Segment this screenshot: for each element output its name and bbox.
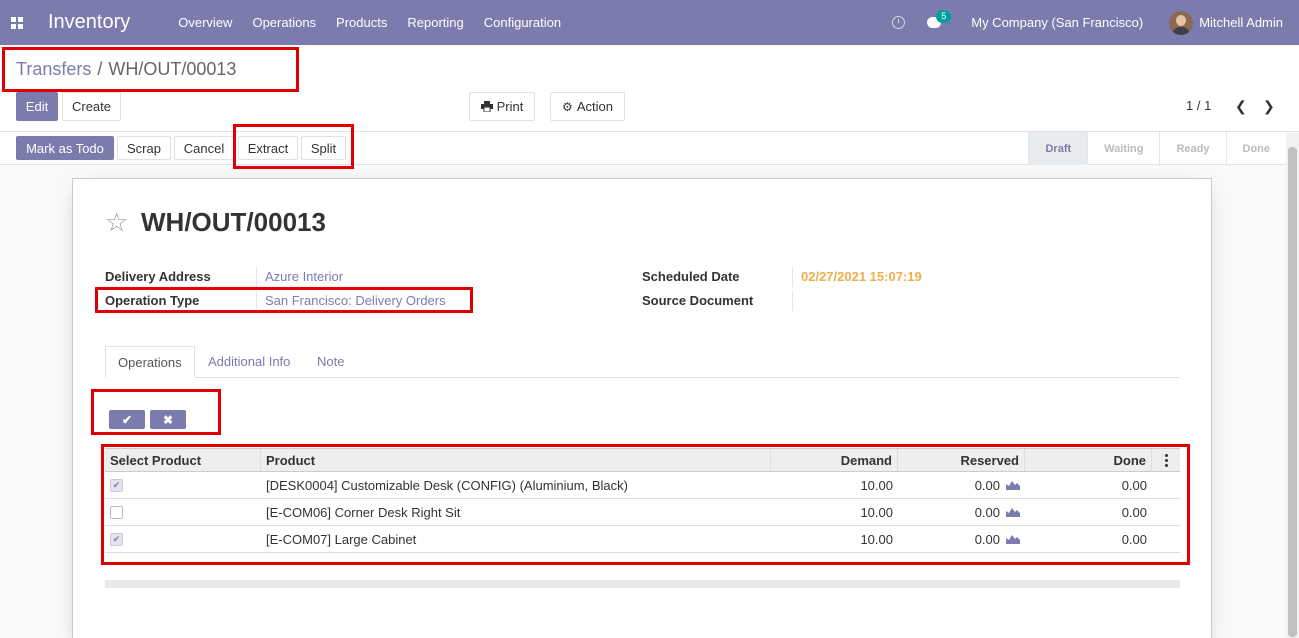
highlight-breadcrumb bbox=[2, 47, 299, 92]
scrollbar[interactable] bbox=[1286, 133, 1299, 638]
activity-clock-icon[interactable] bbox=[892, 16, 906, 29]
table-footer bbox=[105, 580, 1180, 588]
tab-operations[interactable]: Operations bbox=[105, 346, 195, 378]
action-button[interactable]: ⚙ Action bbox=[550, 92, 625, 121]
stage-pipeline: Draft Waiting Ready Done bbox=[1028, 132, 1286, 165]
menu-reporting[interactable]: Reporting bbox=[407, 15, 463, 30]
mark-as-todo-button[interactable]: Mark as Todo bbox=[16, 136, 114, 160]
chat-count-badge: 5 bbox=[936, 10, 952, 23]
highlight-operation-type bbox=[95, 287, 473, 313]
form-sheet: ☆ WH/OUT/00013 Delivery Address Azure In… bbox=[72, 178, 1212, 638]
apps-menu-icon[interactable] bbox=[0, 0, 34, 45]
user-menu[interactable]: Mitchell Admin bbox=[1199, 15, 1283, 30]
create-button[interactable]: Create bbox=[62, 92, 121, 121]
company-switcher[interactable]: My Company (San Francisco) bbox=[971, 15, 1143, 30]
scroll-thumb[interactable] bbox=[1288, 147, 1297, 637]
scrap-button[interactable]: Scrap bbox=[117, 136, 171, 160]
highlight-extract-split bbox=[233, 124, 354, 169]
app-title[interactable]: Inventory bbox=[48, 11, 130, 34]
record-title: WH/OUT/00013 bbox=[141, 207, 326, 237]
print-icon bbox=[480, 101, 493, 112]
stage-ready[interactable]: Ready bbox=[1159, 132, 1225, 165]
highlight-select-buttons bbox=[91, 389, 221, 435]
menu-configuration[interactable]: Configuration bbox=[484, 15, 561, 30]
edit-button[interactable]: Edit bbox=[16, 92, 58, 121]
source-document-value bbox=[792, 291, 801, 311]
top-navbar: Inventory Overview Operations Products R… bbox=[0, 0, 1299, 45]
stage-draft[interactable]: Draft bbox=[1028, 132, 1088, 165]
chevron-left-icon[interactable]: ❮ bbox=[1235, 98, 1247, 115]
menu-overview[interactable]: Overview bbox=[178, 15, 232, 30]
chat-icon[interactable]: 5 bbox=[927, 10, 952, 28]
chevron-right-icon[interactable]: ❯ bbox=[1263, 98, 1275, 115]
pager-value[interactable]: 1 / 1 bbox=[1186, 98, 1211, 113]
action-label: Action bbox=[576, 99, 613, 114]
notebook-tabs: Operations Additional Info Note bbox=[105, 346, 1180, 378]
star-icon[interactable]: ☆ bbox=[105, 209, 128, 235]
scheduled-date-value: 02/27/2021 15:07:19 bbox=[792, 267, 922, 287]
gear-icon: ⚙ bbox=[562, 99, 573, 114]
menu-operations[interactable]: Operations bbox=[252, 15, 316, 30]
tab-additional-info[interactable]: Additional Info bbox=[196, 346, 302, 378]
print-label: Print bbox=[496, 99, 524, 114]
stage-waiting[interactable]: Waiting bbox=[1087, 132, 1159, 165]
source-document-label: Source Document bbox=[642, 293, 754, 308]
status-bar: Mark as Todo Scrap Cancel Extract Split … bbox=[0, 132, 1299, 165]
scheduled-date-label: Scheduled Date bbox=[642, 269, 740, 284]
stage-done[interactable]: Done bbox=[1225, 132, 1287, 165]
menu-products[interactable]: Products bbox=[336, 15, 387, 30]
highlight-operations-table bbox=[101, 444, 1190, 565]
delivery-address-value[interactable]: Azure Interior bbox=[256, 267, 343, 287]
cancel-button[interactable]: Cancel bbox=[174, 136, 234, 160]
delivery-address-label: Delivery Address bbox=[105, 269, 211, 284]
avatar[interactable] bbox=[1169, 10, 1194, 35]
tab-note[interactable]: Note bbox=[305, 346, 356, 378]
print-button[interactable]: Print bbox=[469, 92, 535, 121]
